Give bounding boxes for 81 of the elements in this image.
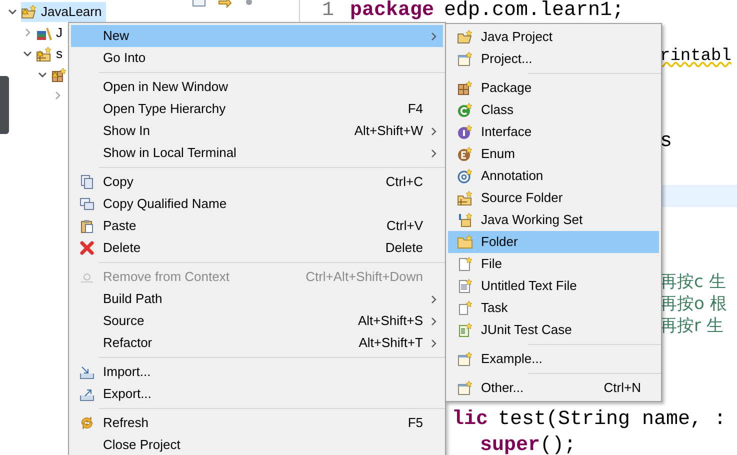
menu-item[interactable]: Paste Ctrl+V xyxy=(71,215,443,237)
menu-item[interactable]: Delete Delete xyxy=(71,237,443,259)
menu-item[interactable]: Java Project xyxy=(448,26,659,48)
menu-item[interactable]: Refresh F5 xyxy=(71,412,443,434)
collapse-chevron-icon[interactable] xyxy=(38,70,46,79)
package-icon xyxy=(456,80,472,96)
tree-item[interactable]: JavaLearn xyxy=(21,2,106,22)
menu-item[interactable]: Source Alt+Shift+S xyxy=(71,310,443,332)
menu-item[interactable]: Export... xyxy=(71,383,443,405)
menu-item[interactable]: Enum xyxy=(448,143,659,165)
menu-item[interactable]: Open in New Window xyxy=(71,76,443,98)
text-file-icon xyxy=(456,278,472,294)
menu-item[interactable]: New xyxy=(71,25,443,47)
menu-item[interactable]: Project... xyxy=(448,48,659,70)
file-icon xyxy=(456,256,472,272)
menu-item[interactable]: Source Folder xyxy=(448,187,659,209)
package-folder-icon xyxy=(456,190,472,206)
package-folder-icon xyxy=(36,46,52,62)
menu-item[interactable]: Build Path xyxy=(71,288,443,310)
menu-item[interactable]: Untitled Text File xyxy=(448,275,659,297)
code-text: s xyxy=(660,129,672,155)
code-text: test(String name, : xyxy=(498,407,726,433)
copy-icon xyxy=(79,196,95,212)
collapse-chevron-icon[interactable] xyxy=(22,49,32,58)
interface-icon xyxy=(456,124,472,140)
menu-item[interactable]: Folder xyxy=(448,231,659,253)
menu-item[interactable]: Class xyxy=(448,99,659,121)
code-text: (); xyxy=(540,433,576,455)
document-icon[interactable] xyxy=(192,0,206,8)
expand-chevron-icon[interactable] xyxy=(52,91,62,100)
menu-item[interactable]: Java Working Set xyxy=(448,209,659,231)
menu-item[interactable]: Example... xyxy=(448,348,659,370)
refresh-icon xyxy=(79,415,95,431)
folder-icon xyxy=(456,234,472,250)
side-handle[interactable] xyxy=(0,76,9,134)
project-icon xyxy=(456,29,472,45)
menu-item[interactable]: File xyxy=(448,253,659,275)
menu-item[interactable]: Package xyxy=(448,77,659,99)
menu-item[interactable]: Annotation xyxy=(448,165,659,187)
code-keyword: lic xyxy=(452,407,488,433)
package-icon xyxy=(51,66,67,82)
tree-item[interactable]: J xyxy=(36,22,66,42)
menu-item[interactable]: Show in Local Terminal xyxy=(71,142,443,164)
collapse-chevron-icon[interactable] xyxy=(8,7,16,16)
menu-item[interactable]: Task xyxy=(448,297,659,319)
code-text: rintabl xyxy=(660,46,732,68)
menu-item[interactable]: Copy Ctrl+C xyxy=(71,171,443,193)
menu-item[interactable]: Other... Ctrl+N xyxy=(448,377,659,399)
code-text: edp.com.learn1; xyxy=(444,0,624,24)
menu-item[interactable]: Refactor Alt+Shift+T xyxy=(71,332,443,354)
delete-icon xyxy=(79,240,95,256)
code-comment: 再按r 生 xyxy=(660,315,724,338)
menu-item[interactable]: JUnit Test Case xyxy=(448,319,659,341)
window-icon xyxy=(456,380,472,396)
class-icon xyxy=(456,102,472,118)
menu-item[interactable]: Close Project xyxy=(71,434,443,455)
copy-icon xyxy=(79,174,95,190)
working-set-icon xyxy=(456,212,472,228)
expand-chevron-icon[interactable] xyxy=(22,28,32,37)
code-keyword: super xyxy=(480,433,540,455)
arrow-icon[interactable] xyxy=(218,0,232,8)
code-comment: 再按o 根 xyxy=(660,293,727,316)
menu-item[interactable]: Interface xyxy=(448,121,659,143)
enum-icon xyxy=(456,146,472,162)
menu-item[interactable]: Go Into xyxy=(71,47,443,69)
menu-item[interactable]: Open Type Hierarchy F4 xyxy=(71,98,443,120)
line-number: 1 xyxy=(322,0,334,24)
code-comment: 再按c 生 xyxy=(660,271,726,294)
task-icon xyxy=(456,300,472,316)
library-icon xyxy=(36,24,52,40)
clipboard-icon xyxy=(79,218,95,234)
menu-item[interactable]: Import... xyxy=(71,361,443,383)
import-icon xyxy=(79,364,95,380)
menu-item[interactable]: Copy Qualified Name xyxy=(71,193,443,215)
menu-item[interactable]: Show In Alt+Shift+W xyxy=(71,120,443,142)
window-icon xyxy=(456,351,472,367)
test-file-icon xyxy=(456,322,472,338)
code-keyword: package xyxy=(350,0,434,24)
tree-item[interactable]: s xyxy=(36,44,66,64)
project-icon xyxy=(21,4,37,20)
window-icon xyxy=(456,51,472,67)
